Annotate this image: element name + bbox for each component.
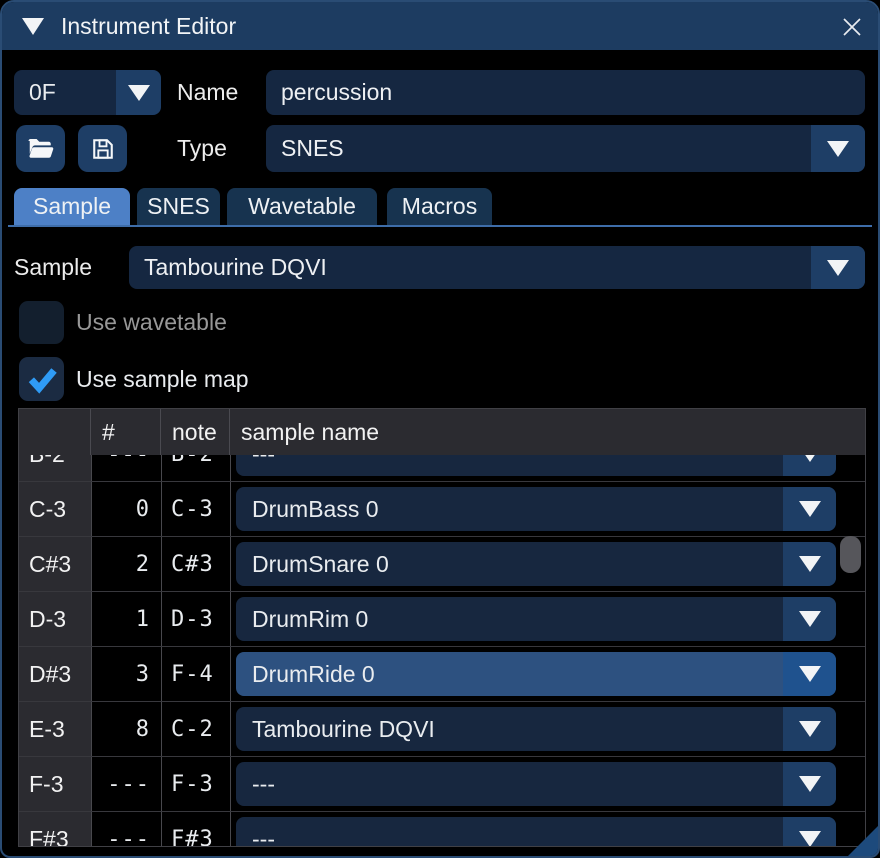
use-wavetable-label: Use wavetable [76, 301, 227, 344]
dropdown-arrow-icon [783, 487, 836, 531]
header-key [19, 409, 91, 455]
row-sample-name: --- [252, 826, 275, 848]
header-note: note [161, 409, 230, 455]
row-note-value: F-3 [171, 757, 214, 811]
use-wavetable-checkbox[interactable] [19, 301, 64, 344]
row-sample-number: 8 [92, 702, 150, 756]
dropdown-arrow-icon [811, 246, 865, 289]
row-sample-number: --- [92, 757, 150, 811]
dropdown-arrow-icon [811, 125, 865, 172]
instrument-number-combo[interactable]: 0F [14, 70, 161, 115]
save-instrument-button[interactable] [78, 125, 127, 172]
row-key-label: F-3 [29, 757, 64, 811]
dropdown-arrow-icon [783, 542, 836, 586]
dropdown-arrow-icon [783, 707, 836, 751]
row-note-value: C-2 [171, 702, 214, 756]
dropdown-arrow-icon [783, 762, 836, 806]
resize-grip[interactable] [848, 826, 878, 856]
name-label: Name [177, 70, 238, 115]
row-sample-number: 3 [92, 647, 150, 701]
table-row: F-3 --- F-3 --- [19, 757, 865, 812]
sample-map-table: B-2 --- B-2 --- C-3 0 C-3 DrumBass 0 C#3… [18, 408, 866, 847]
row-key-label: D#3 [29, 647, 71, 701]
header-sample-name: sample name [230, 409, 865, 455]
dropdown-arrow-icon [116, 70, 161, 115]
instrument-name-input[interactable]: percussion [266, 70, 865, 115]
instrument-number-value: 0F [14, 70, 116, 115]
row-sample-number: 2 [92, 537, 150, 591]
row-key-label: C#3 [29, 537, 71, 591]
table-scrollbar-thumb[interactable] [840, 536, 861, 573]
instrument-type-combo[interactable]: SNES [266, 125, 865, 172]
tab-bar-underline [8, 225, 872, 227]
instrument-editor-window: Instrument Editor 0F Name percussion Typ… [0, 0, 880, 858]
sample-value: Tambourine DQVI [144, 254, 327, 281]
row-sample-combo[interactable]: DrumRim 0 [236, 597, 836, 641]
tab-snes[interactable]: SNES [137, 188, 220, 225]
table-row: C#3 2 C#3 DrumSnare 0 [19, 537, 865, 592]
instrument-type-value: SNES [281, 135, 344, 162]
tab-wavetable[interactable]: Wavetable [227, 188, 377, 225]
collapse-triangle-icon[interactable] [22, 18, 44, 35]
row-sample-combo[interactable]: --- [236, 762, 836, 806]
header-number: # [91, 409, 161, 455]
save-floppy-icon [89, 135, 117, 163]
folder-open-icon [26, 134, 56, 164]
close-x-icon [837, 12, 867, 42]
row-sample-combo[interactable]: Tambourine DQVI [236, 707, 836, 751]
row-sample-number: 1 [92, 592, 150, 646]
sample-combo[interactable]: Tambourine DQVI [129, 246, 865, 289]
table-row: E-3 8 C-2 Tambourine DQVI [19, 702, 865, 757]
title-bar: Instrument Editor [2, 2, 878, 50]
row-key-label: C-3 [29, 482, 66, 536]
row-sample-name: DrumRim 0 [252, 606, 368, 633]
check-icon [25, 362, 59, 396]
row-sample-combo[interactable]: DrumBass 0 [236, 487, 836, 531]
row-note-value: D-3 [171, 592, 214, 646]
row-key-label: D-3 [29, 592, 66, 646]
table-row: C-3 0 C-3 DrumBass 0 [19, 482, 865, 537]
close-button[interactable] [836, 11, 868, 43]
row-sample-combo[interactable]: DrumRide 0 [236, 652, 836, 696]
row-sample-name: Tambourine DQVI [252, 716, 435, 743]
table-row: D-3 1 D-3 DrumRim 0 [19, 592, 865, 647]
row-key-label: F#3 [29, 812, 69, 847]
open-instrument-button[interactable] [16, 125, 65, 172]
sample-map-rows: B-2 --- B-2 --- C-3 0 C-3 DrumBass 0 C#3… [19, 427, 865, 847]
table-row: F#3 --- F#3 --- [19, 812, 865, 847]
use-sample-map-checkbox[interactable] [19, 357, 64, 401]
row-note-value: F-4 [171, 647, 214, 701]
row-sample-number: 0 [92, 482, 150, 536]
row-sample-name: --- [252, 771, 275, 798]
use-sample-map-label: Use sample map [76, 358, 249, 401]
sample-map-header: # note sample name [19, 409, 865, 455]
row-note-value: C#3 [171, 537, 214, 591]
dropdown-arrow-icon [783, 817, 836, 847]
row-key-label: E-3 [29, 702, 65, 756]
row-sample-number: --- [92, 812, 150, 847]
row-note-value: C-3 [171, 482, 214, 536]
type-label: Type [177, 125, 227, 172]
window-title: Instrument Editor [61, 13, 236, 40]
row-sample-name: DrumSnare 0 [252, 551, 389, 578]
sample-label: Sample [14, 246, 92, 289]
row-sample-name: DrumRide 0 [252, 661, 375, 688]
dropdown-arrow-icon [783, 597, 836, 641]
row-sample-combo[interactable]: --- [236, 817, 836, 847]
row-sample-combo[interactable]: DrumSnare 0 [236, 542, 836, 586]
table-row: D#3 3 F-4 DrumRide 0 [19, 647, 865, 702]
row-sample-name: DrumBass 0 [252, 496, 379, 523]
tab-macros[interactable]: Macros [387, 188, 492, 225]
tab-sample[interactable]: Sample [14, 188, 130, 225]
row-note-value: F#3 [171, 812, 214, 847]
dropdown-arrow-icon [783, 652, 836, 696]
